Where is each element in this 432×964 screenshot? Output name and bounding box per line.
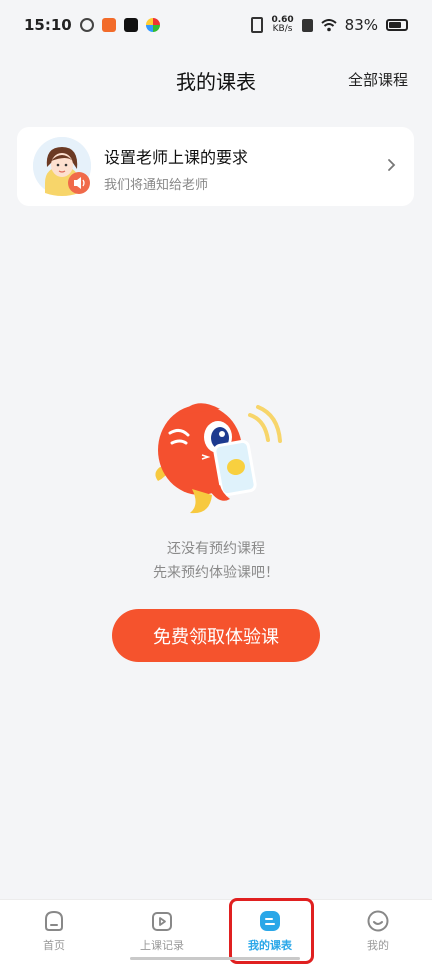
status-left: 15:10 bbox=[24, 16, 160, 34]
status-bar: 15:10 0.60 KB/s 83% bbox=[0, 0, 432, 50]
tab-class-records-label: 上课记录 bbox=[140, 939, 184, 952]
status-right: 0.60 KB/s 83% bbox=[251, 16, 408, 34]
requirement-title: 设置老师上课的要求 bbox=[104, 148, 249, 167]
home-icon bbox=[45, 910, 63, 931]
app-icon-4 bbox=[145, 18, 160, 32]
teacher-illustration bbox=[33, 137, 91, 196]
net-speed-unit: KB/s bbox=[272, 24, 293, 34]
header: 我的课表 全部课程 bbox=[0, 60, 432, 100]
teacher-requirement-card[interactable]: 设置老师上课的要求 我们将通知给老师 bbox=[17, 127, 414, 206]
tab-home[interactable]: 首页 bbox=[0, 900, 108, 964]
vibrate-icon bbox=[251, 17, 264, 33]
schedule-icon bbox=[260, 911, 280, 931]
teacher-avatar bbox=[33, 137, 91, 196]
app-icon-1 bbox=[79, 18, 94, 32]
net-speed: 0.60 KB/s bbox=[271, 16, 293, 34]
play-icon bbox=[152, 912, 172, 931]
tab-my-schedule[interactable]: 我的课表 bbox=[216, 900, 324, 964]
home-indicator[interactable] bbox=[130, 957, 300, 960]
tab-class-records[interactable]: 上课记录 bbox=[108, 900, 216, 964]
no-sim-icon bbox=[301, 18, 313, 32]
empty-state-line2: 先来预约体验课吧！ bbox=[153, 565, 279, 581]
battery-percent: 83% bbox=[344, 16, 378, 34]
tiktok-icon bbox=[123, 18, 138, 32]
bottom-nav: 首页 上课记录 我的课表 我的 bbox=[0, 899, 432, 964]
smiley-icon bbox=[367, 910, 389, 932]
tab-home-label: 首页 bbox=[43, 939, 65, 952]
chevron-right-icon bbox=[388, 159, 396, 171]
empty-state-line1: 还没有预约课程 bbox=[167, 541, 265, 557]
taobao-icon bbox=[101, 18, 116, 32]
all-courses-link[interactable]: 全部课程 bbox=[348, 69, 408, 90]
requirement-subtitle: 我们将通知给老师 bbox=[104, 178, 209, 193]
tab-me-label: 我的 bbox=[367, 939, 389, 952]
screen: 15:10 0.60 KB/s 83% 我的课表 全部课程 设置老师上课的要求 … bbox=[0, 0, 432, 964]
tab-my-schedule-label: 我的课表 bbox=[248, 939, 292, 952]
tab-me[interactable]: 我的 bbox=[324, 900, 432, 964]
fish-mascot-illustration bbox=[155, 403, 282, 514]
battery-icon bbox=[386, 19, 408, 31]
status-time: 15:10 bbox=[24, 16, 72, 34]
wifi-icon bbox=[321, 18, 337, 31]
free-trial-button[interactable]: 免费领取体验课 bbox=[112, 609, 320, 662]
